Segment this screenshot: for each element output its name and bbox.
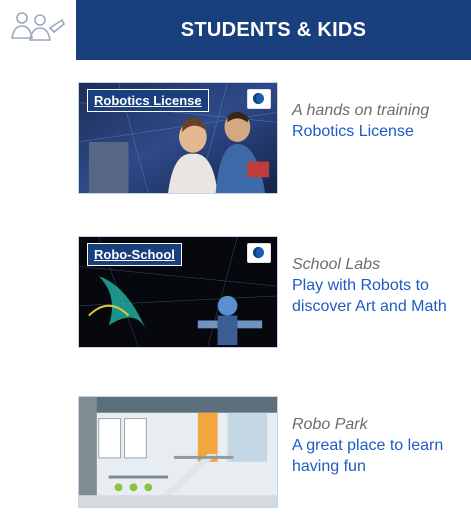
robo-park-link[interactable]: A great place to learn having fun [292, 435, 462, 477]
robo-park-image[interactable] [78, 396, 278, 508]
robo-park-lead: Robo Park [292, 416, 368, 433]
robotics-license-label[interactable]: Robotics License [87, 89, 209, 112]
robotics-license-link[interactable]: Robotics License [292, 121, 462, 142]
robo-school-link[interactable]: Play with Robots to discover Art and Mat… [292, 275, 462, 317]
logo-badge-icon [247, 243, 271, 263]
page-title: STUDENTS & KIDS [180, 18, 367, 41]
robo-park-description: Robo Park A great place to learn having … [292, 414, 462, 477]
logo-badge-icon [247, 89, 271, 109]
robo-school-label[interactable]: Robo-School [87, 243, 182, 266]
students-icon [6, 8, 66, 50]
robo-school-description: School Labs Play with Robots to discover… [292, 254, 462, 317]
header-bar: STUDENTS & KIDS [76, 0, 471, 60]
robotics-license-description: A hands on training Robotics License [292, 100, 462, 142]
robo-school-lead: School Labs [292, 256, 381, 273]
robo-school-image[interactable]: Robo-School [78, 236, 278, 348]
robotics-license-image[interactable]: Robotics License [78, 82, 278, 194]
robotics-license-lead: A hands on training [292, 102, 430, 119]
